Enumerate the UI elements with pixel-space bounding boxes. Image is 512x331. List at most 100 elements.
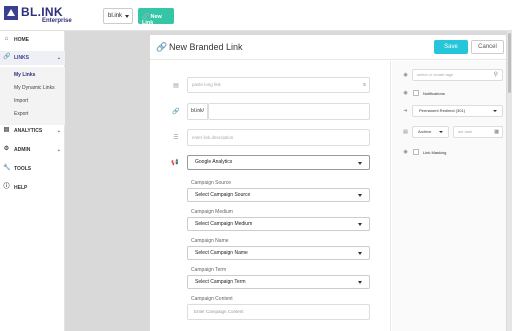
link-icon: 🔗 (3, 54, 11, 60)
date-input[interactable]: set date ▦ (453, 126, 503, 138)
sidebar-item-help[interactable]: ⓘ HELP (0, 181, 65, 195)
sidebar-item-home[interactable]: ⌂ HOME (0, 33, 65, 47)
eye-icon: ◉ (403, 149, 408, 155)
new-link-panel: 🔗 New Branded Link Save Cancel ▤ paste l… (150, 35, 506, 331)
chevron-down-icon (439, 131, 443, 133)
campaign-content-label: Campaign Content (191, 296, 233, 302)
document-icon: ☰ (173, 135, 179, 141)
page-title: New Branded Link (169, 42, 243, 52)
help-icon: ⓘ (3, 184, 10, 190)
brand-logo-icon (4, 6, 18, 20)
long-link-placeholder: paste long link (192, 82, 221, 87)
link-icon: 🔗 (156, 42, 168, 52)
bell-icon: ◉ (403, 90, 408, 96)
campaign-content-placeholder: Enter Campaign Content (194, 309, 244, 314)
link-options: ◉ select or create tags ⚲ ◉ Notification… (392, 61, 506, 331)
sidebar-item-tools[interactable]: 🔧 TOOLS (0, 162, 65, 176)
panel-header: 🔗 New Branded Link Save Cancel (150, 35, 506, 60)
tag-icon: ◉ (403, 72, 408, 78)
campaign-term-label: Campaign Term (191, 267, 227, 273)
sidebar-subitem-my-dynamic-links[interactable]: My Dynamic Links (0, 82, 65, 94)
sidebar-item-label: LINKS (14, 55, 29, 61)
status-value: Archive (418, 129, 432, 134)
new-link-button[interactable]: 🔗New Link (138, 8, 174, 26)
save-button[interactable]: Save (434, 40, 468, 54)
sidebar-subitem-my-links[interactable]: My Links (0, 69, 65, 81)
sidebar-item-label: ANALYTICS (14, 128, 43, 134)
chevron-down-icon (358, 194, 362, 197)
calendar-icon[interactable]: ▦ (494, 127, 499, 137)
page-scrollbar[interactable] (507, 31, 512, 331)
short-link-input[interactable] (208, 103, 370, 120)
domain-prefix: bl.ink/ (187, 103, 208, 120)
link-masking-checkbox[interactable] (413, 149, 419, 155)
chevron-down-icon (358, 252, 362, 255)
sidebar-subitem-import[interactable]: Import (0, 95, 65, 107)
sidebar-item-links[interactable]: 🔗 LINKS ⌄ (0, 51, 65, 65)
description-placeholder: enter link description (192, 135, 234, 140)
sidebar-item-label: ADMIN (14, 147, 31, 153)
integration-value: Google Analytics (195, 159, 233, 165)
campaign-content-input[interactable]: Enter Campaign Content (187, 304, 370, 320)
redirect-select[interactable]: Permanent Redirect (301) (412, 105, 503, 117)
brand-name: BL.INK (21, 5, 63, 19)
chevron-down-icon (358, 281, 362, 284)
status-select[interactable]: Archive (412, 126, 449, 138)
chevron-down-icon (358, 223, 362, 226)
brand-logo[interactable]: BL.INK Enterprise (4, 5, 72, 27)
redirect-icon: ➜ (403, 108, 408, 114)
domain-select[interactable]: bl.ink (103, 8, 133, 24)
notifications-label: Notifications (423, 91, 445, 96)
chevron-down-icon: ⌄ (56, 147, 61, 153)
campaign-source-select[interactable]: Select Campaign Source (187, 188, 370, 202)
link-icon: 🔗 (172, 109, 180, 115)
calendar-icon: ▤ (403, 129, 408, 135)
notifications-checkbox[interactable] (413, 90, 419, 96)
home-icon: ⌂ (4, 36, 9, 42)
gear-icon: ⚙ (3, 146, 10, 152)
links-submenu: My Links My Dynamic Links Import Export (0, 67, 65, 125)
campaign-term-select[interactable]: Select Campaign Term (187, 275, 370, 289)
menu-icon[interactable]: ≡ (363, 82, 366, 88)
campaign-source-label: Campaign Source (191, 180, 232, 186)
sidebar: ⌂ HOME 🔗 LINKS ⌄ My Links My Dynamic Lin… (0, 31, 65, 331)
campaign-term-value: Select Campaign Term (195, 279, 246, 285)
sidebar-item-admin[interactable]: ⚙ ADMIN ⌄ (0, 143, 65, 157)
chevron-down-icon: ⌄ (56, 128, 61, 134)
campaign-medium-value: Select Campaign Medium (195, 221, 253, 227)
sidebar-item-label: TOOLS (14, 166, 32, 172)
search-icon: ⚲ (493, 72, 498, 78)
campaign-medium-select[interactable]: Select Campaign Medium (187, 217, 370, 231)
campaign-medium-label: Campaign Medium (191, 209, 233, 215)
sidebar-subitem-export[interactable]: Export (0, 108, 65, 120)
redirect-value: Permanent Redirect (301) (419, 108, 466, 113)
sidebar-item-label: HOME (14, 37, 29, 43)
tags-placeholder: select or create tags (417, 72, 454, 77)
tags-input[interactable]: select or create tags ⚲ (412, 69, 503, 81)
description-input[interactable]: enter link description (187, 129, 370, 146)
domain-select-value: bl.ink (108, 13, 123, 19)
top-bar: BL.INK Enterprise bl.ink 🔗New Link (0, 0, 512, 31)
chevron-down-icon (358, 161, 362, 165)
campaign-name-label: Campaign Name (191, 238, 229, 244)
megaphone-icon: 📢 (171, 160, 179, 166)
long-link-input[interactable]: paste long link ≡ (187, 77, 370, 93)
chevron-down-icon (125, 15, 129, 18)
date-placeholder: set date (458, 129, 473, 134)
link-form: ▤ paste long link ≡ 🔗 bl.ink/ ☰ enter li… (150, 61, 391, 331)
wrench-icon: 🔧 (3, 165, 11, 171)
calendar-icon: ▤ (173, 83, 179, 89)
scrollbar-thumb[interactable] (508, 33, 511, 93)
campaign-name-select[interactable]: Select Campaign Name (187, 246, 370, 260)
sidebar-item-label: HELP (14, 185, 28, 191)
chart-icon: ▤ (3, 127, 10, 133)
chevron-down-icon: ⌄ (56, 55, 61, 61)
brand-subtitle: Enterprise (42, 18, 72, 24)
sidebar-item-analytics[interactable]: ▤ ANALYTICS ⌄ (0, 124, 65, 138)
campaign-name-value: Select Campaign Name (195, 250, 248, 256)
campaign-source-value: Select Campaign Source (195, 192, 251, 198)
integration-select[interactable]: Google Analytics (187, 155, 370, 170)
link-masking-label: Link Masking (423, 150, 447, 155)
chevron-down-icon (493, 110, 497, 112)
cancel-button[interactable]: Cancel (471, 40, 504, 54)
